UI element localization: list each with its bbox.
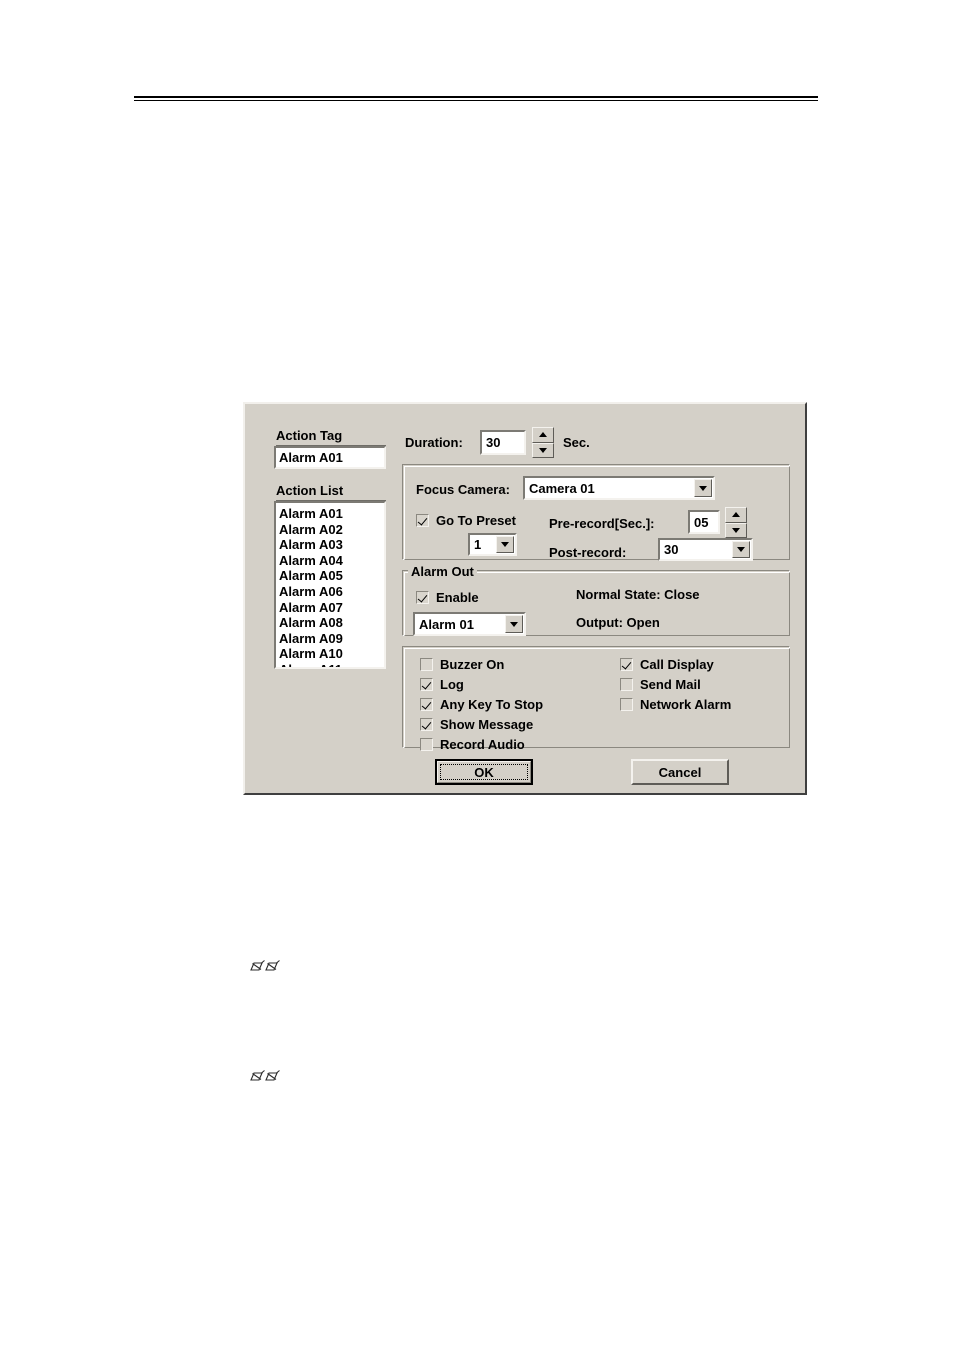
checkbox-icon xyxy=(620,698,633,711)
focus-camera-value: Camera 01 xyxy=(529,480,595,496)
arrow-up-icon xyxy=(539,432,547,438)
note-pencil-icon-1 xyxy=(250,958,282,973)
prerecord-stepper-down[interactable] xyxy=(725,522,747,538)
duration-stepper[interactable] xyxy=(532,427,554,458)
alarm-options-panel: Buzzer On Log Any Key To Stop Show Messa… xyxy=(402,646,790,752)
go-to-preset-checkbox[interactable]: Go To Preset xyxy=(416,513,516,528)
checkbox-icon xyxy=(420,718,433,731)
preset-number-select[interactable]: 1 xyxy=(468,533,517,556)
focus-camera-label: Focus Camera: xyxy=(416,482,510,497)
network-alarm-label: Network Alarm xyxy=(640,697,732,712)
postrecord-dropdown-button[interactable] xyxy=(732,541,750,558)
call-display-label: Call Display xyxy=(640,657,714,672)
call-display-checkbox[interactable]: Call Display xyxy=(620,657,714,672)
log-label: Log xyxy=(440,677,464,692)
list-item[interactable]: Alarm A07 xyxy=(279,600,384,616)
list-item[interactable]: Alarm A06 xyxy=(279,584,384,600)
focus-camera-dropdown-button[interactable] xyxy=(694,479,712,497)
preset-dropdown-button[interactable] xyxy=(496,536,514,553)
list-item[interactable]: Alarm A02 xyxy=(279,522,384,538)
prerecord-value: 05 xyxy=(694,514,709,530)
buzzer-on-label: Buzzer On xyxy=(440,657,505,672)
checkbox-icon xyxy=(420,658,433,671)
arrow-down-icon xyxy=(539,447,547,453)
send-mail-label: Send Mail xyxy=(640,677,701,692)
list-item[interactable]: Alarm A11 xyxy=(279,662,384,667)
arrow-up-icon xyxy=(732,512,740,518)
alarm-out-enable-label: Enable xyxy=(436,590,479,605)
action-tag-label: Action Tag xyxy=(276,428,386,447)
record-audio-label: Record Audio xyxy=(440,737,525,752)
checkbox-icon xyxy=(420,738,433,751)
pencil-pair-icon xyxy=(250,1069,280,1081)
show-message-checkbox[interactable]: Show Message xyxy=(420,717,533,732)
preset-number-value: 1 xyxy=(474,537,482,552)
record-audio-checkbox[interactable]: Record Audio xyxy=(420,737,525,752)
list-item[interactable]: Alarm A09 xyxy=(279,631,384,647)
alarm-out-groupbox: Enable Alarm 01 Normal State: Close Outp… xyxy=(402,570,790,636)
alarm-out-dropdown-button[interactable] xyxy=(505,615,523,633)
alarm-out-enable-checkbox[interactable]: Enable xyxy=(416,590,479,605)
chevron-down-icon xyxy=(737,547,745,552)
duration-value: 30 xyxy=(486,435,501,450)
prerecord-stepper-up[interactable] xyxy=(725,507,747,523)
prerecord-input[interactable]: 05 xyxy=(688,510,720,534)
duration-stepper-down[interactable] xyxy=(532,442,554,458)
checkbox-icon xyxy=(416,591,429,604)
postrecord-select[interactable]: 30 xyxy=(658,538,753,561)
cancel-button[interactable]: Cancel xyxy=(631,759,729,785)
chevron-down-icon xyxy=(501,542,509,547)
ok-button-label: OK xyxy=(474,764,494,780)
list-item[interactable]: Alarm A10 xyxy=(279,646,384,662)
network-alarm-checkbox[interactable]: Network Alarm xyxy=(620,697,731,712)
camera-record-panel: Focus Camera: Camera 01 Go To Preset 1 P… xyxy=(402,464,790,561)
action-tag-value: Alarm A01 xyxy=(279,450,343,465)
output-state-text: Output: Open xyxy=(576,615,660,630)
any-key-to-stop-label: Any Key To Stop xyxy=(440,697,544,712)
chevron-down-icon xyxy=(699,485,707,491)
duration-unit-label: Sec. xyxy=(563,435,590,450)
header-rule-bottom-line xyxy=(134,100,818,101)
focus-camera-select[interactable]: Camera 01 xyxy=(523,476,715,500)
checkbox-icon xyxy=(420,678,433,691)
go-to-preset-label: Go To Preset xyxy=(436,513,516,528)
checkbox-icon xyxy=(620,678,633,691)
prerecord-label: Pre-record[Sec.]: xyxy=(549,516,655,531)
list-item[interactable]: Alarm A01 xyxy=(279,506,384,522)
checkbox-icon xyxy=(416,514,429,527)
alarm-out-value: Alarm 01 xyxy=(419,616,474,632)
checkbox-icon xyxy=(420,698,433,711)
duration-input[interactable]: 30 xyxy=(480,430,526,455)
action-list-listbox[interactable]: Alarm A01 Alarm A02 Alarm A03 Alarm A04 … xyxy=(274,501,386,669)
action-tag-input[interactable]: Alarm A01 xyxy=(274,446,386,469)
show-message-label: Show Message xyxy=(440,717,534,732)
list-item[interactable]: Alarm A08 xyxy=(279,615,384,631)
prerecord-stepper[interactable] xyxy=(725,507,747,538)
action-list-label: Action List xyxy=(276,483,386,502)
alarm-out-legend: Alarm Out xyxy=(408,564,477,579)
duration-stepper-up[interactable] xyxy=(532,427,554,443)
buzzer-on-checkbox[interactable]: Buzzer On xyxy=(420,657,504,672)
postrecord-value: 30 xyxy=(664,542,679,557)
pencil-pair-icon xyxy=(250,959,280,971)
ok-button[interactable]: OK xyxy=(435,759,533,785)
log-checkbox[interactable]: Log xyxy=(420,677,464,692)
postrecord-label: Post-record: xyxy=(549,545,627,560)
note-pencil-icon-2 xyxy=(250,1068,282,1083)
send-mail-checkbox[interactable]: Send Mail xyxy=(620,677,701,692)
arrow-down-icon xyxy=(732,527,740,533)
list-item[interactable]: Alarm A03 xyxy=(279,537,384,553)
checkbox-icon xyxy=(620,658,633,671)
chevron-down-icon xyxy=(510,621,518,627)
list-item[interactable]: Alarm A05 xyxy=(279,568,384,584)
any-key-to-stop-checkbox[interactable]: Any Key To Stop xyxy=(420,697,543,712)
alarm-out-select[interactable]: Alarm 01 xyxy=(413,612,526,636)
alarm-action-settings-dialog: Action Tag Alarm A01 Action List Alarm A… xyxy=(243,402,807,795)
page-header-rule xyxy=(134,96,818,102)
normal-state-text: Normal State: Close xyxy=(576,587,700,602)
list-item[interactable]: Alarm A04 xyxy=(279,553,384,569)
cancel-button-label: Cancel xyxy=(658,764,702,780)
duration-label: Duration: xyxy=(405,435,463,450)
